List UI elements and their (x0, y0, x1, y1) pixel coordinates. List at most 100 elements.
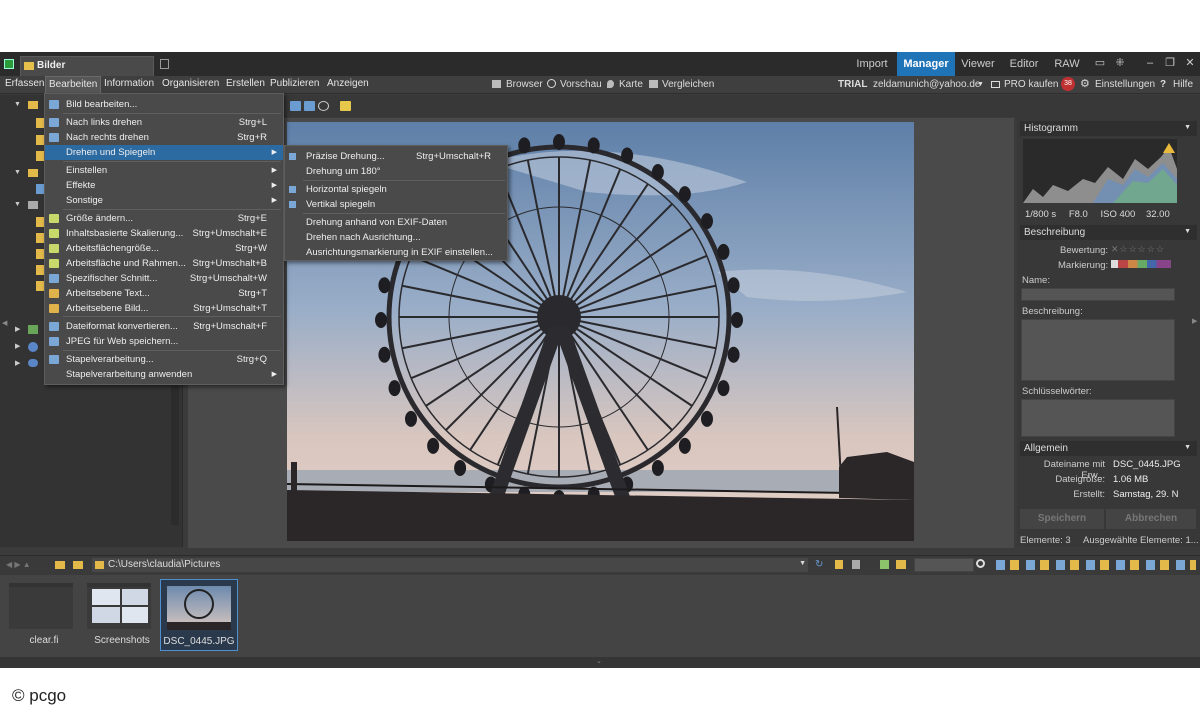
menu-item[interactable]: Größe ändern... Strg+E (45, 211, 283, 226)
beschreibung-field[interactable] (1021, 319, 1175, 381)
histogram-header[interactable]: Histogramm ▼ (1020, 121, 1197, 136)
menu-item[interactable]: Arbeitsfläche und Rahmen... Strg+Umschalt… (45, 256, 283, 271)
mode-raw[interactable]: RAW (1049, 52, 1085, 76)
view-karte[interactable]: Karte (619, 79, 643, 90)
layout-icon[interactable]: ⁜ (1110, 52, 1130, 76)
mode-editor[interactable]: Editor (1003, 52, 1045, 76)
menu-item[interactable]: Bild bearbeiten... (45, 97, 283, 112)
menu-item[interactable]: Dateiformat konvertieren... Strg+Umschalt… (45, 319, 283, 334)
rating-stars[interactable]: ✕☆☆☆☆☆ (1111, 244, 1165, 255)
thumb-folder-screenshots[interactable]: Screenshots (84, 579, 160, 653)
minimize-icon[interactable]: – (1140, 52, 1160, 76)
wheel-gondola (518, 137, 531, 154)
chevron-down-icon[interactable]: ⌄ (596, 657, 602, 665)
zoom-icon[interactable] (318, 101, 329, 111)
menu-item[interactable]: Nach links drehen Strg+L (45, 115, 283, 130)
preview-icon (547, 79, 556, 88)
menu-item[interactable]: Spezifischer Schnitt... Strg+Umschalt+W (45, 271, 283, 286)
menu-information[interactable]: Information (104, 78, 154, 89)
abbrechen-button[interactable]: Abbrechen (1106, 509, 1196, 529)
speichern-button[interactable]: Speichern (1020, 509, 1104, 529)
sort-icon[interactable] (835, 560, 843, 569)
collapse-left-icon[interactable]: ◀ (2, 319, 7, 327)
menu-anzeigen[interactable]: Anzeigen (327, 78, 369, 89)
menu-item-label: Sonstige (66, 195, 103, 206)
menu-item[interactable]: Stapelverarbeitung... Strg+Q (45, 352, 283, 367)
hilfe-button[interactable]: Hilfe (1173, 79, 1193, 90)
thumb-photo-dsc0445[interactable]: DSC_0445.JPG (160, 579, 238, 651)
view-vergleichen[interactable]: Vergleichen (662, 79, 714, 90)
back-icon[interactable]: ◀ ▶ ▲ (6, 560, 31, 569)
tree-expand-icon[interactable]: ▼ (14, 201, 21, 208)
mode-import[interactable]: Import (850, 52, 894, 76)
folder-icon[interactable] (73, 561, 83, 569)
tree-collapsed-icon[interactable]: ▶ (15, 359, 20, 367)
einstellungen-button[interactable]: Einstellungen (1095, 79, 1155, 90)
tree-expand-icon[interactable]: ▼ (14, 169, 21, 176)
mode-manager[interactable]: Manager (897, 52, 955, 76)
refresh-icon[interactable]: ↻ (815, 559, 823, 570)
wheel-gondola (454, 460, 467, 477)
menu-item[interactable]: Einstellen ▶ (45, 163, 283, 178)
close-icon[interactable]: ✕ (1180, 52, 1200, 76)
view-browser[interactable]: Browser (506, 79, 543, 90)
folder-icon (24, 62, 34, 70)
menu-item[interactable]: Arbeitsebene Bild... Strg+Umschalt+T (45, 301, 283, 316)
grid-view-icon[interactable] (304, 101, 315, 111)
folder-up-icon[interactable] (55, 561, 65, 569)
search-input[interactable] (914, 558, 974, 572)
menu-item[interactable]: Effekte ▶ (45, 178, 283, 193)
pro-kaufen-button[interactable]: PRO kaufen (1004, 79, 1058, 90)
menu-item[interactable]: Nach rechts drehen Strg+R (45, 130, 283, 145)
account-dropdown[interactable]: zeldamunich@yahoo.de (873, 79, 980, 90)
menu-item[interactable]: Arbeitsflächengröße... Strg+W (45, 241, 283, 256)
menu-item[interactable]: Arbeitsebene Text... Strg+T (45, 286, 283, 301)
menu-item[interactable]: Vertikal spiegeln (285, 197, 507, 212)
restore-icon[interactable]: ❐ (1160, 52, 1180, 76)
menu-erfassen[interactable]: Erfassen (5, 78, 44, 89)
menu-bearbeiten[interactable]: Bearbeiten (45, 76, 102, 94)
monitor-icon[interactable]: ▭ (1090, 52, 1110, 76)
notification-badge[interactable]: 38 (1061, 77, 1075, 91)
menu-item[interactable]: Drehung um 180° (285, 164, 507, 179)
menu-item[interactable]: Sonstige ▶ (45, 193, 283, 208)
menu-item[interactable]: JPEG für Web speichern... (45, 334, 283, 349)
view-vorschau[interactable]: Vorschau (560, 79, 602, 90)
thumb-folder-clearfi[interactable]: clear.fi (6, 579, 82, 653)
folder-icon[interactable] (896, 560, 906, 569)
tree-collapsed-icon[interactable]: ▶ (15, 325, 20, 333)
expand-right-icon[interactable]: ▶ (1192, 317, 1197, 325)
menu-organisieren[interactable]: Organisieren (162, 78, 219, 89)
search-icon[interactable] (976, 559, 985, 568)
menu-item[interactable]: Inhaltsbasierte Skalierung... Strg+Umscha… (45, 226, 283, 241)
color-label-swatches[interactable] (1111, 260, 1171, 268)
schluesselwoerter-field[interactable] (1021, 399, 1175, 437)
filter-icon[interactable] (852, 560, 860, 569)
menu-item[interactable]: Präzise Drehung... Strg+Umschalt+R (285, 149, 507, 164)
view-mode-icon[interactable] (880, 560, 889, 569)
toolbar-icons-right[interactable] (996, 560, 1196, 570)
tree-expand-icon[interactable]: ▼ (14, 101, 21, 108)
menu-item-shortcut: Strg+Umschalt+F (193, 321, 267, 332)
menu-item[interactable]: Drehen nach Ausrichtung... (285, 230, 507, 245)
chevron-down-icon[interactable]: ▼ (799, 560, 806, 567)
menu-item[interactable]: Horizontal spiegeln (285, 182, 507, 197)
allgemein-header[interactable]: Allgemein ▼ (1020, 441, 1197, 456)
watermark: © pcgo (12, 686, 67, 705)
new-tab-icon[interactable] (160, 59, 169, 69)
menu-publizieren[interactable]: Publizieren (270, 78, 319, 89)
bottom-collapse-bar[interactable]: ⌄ (0, 657, 1200, 668)
tree-collapsed-icon[interactable]: ▶ (15, 342, 20, 350)
tab-bilder[interactable]: Bilder (20, 56, 154, 76)
menu-item[interactable]: Stapelverarbeitung anwenden ▶ (45, 367, 283, 382)
menu-item[interactable]: Ausrichtungsmarkierung in EXIF einstelle… (285, 245, 507, 260)
beschreibung-header[interactable]: Beschreibung ▼ (1020, 225, 1197, 240)
menu-item[interactable]: Drehen und Spiegeln ▶ (45, 145, 283, 160)
mode-viewer[interactable]: Viewer (957, 52, 999, 76)
menu-erstellen[interactable]: Erstellen (226, 78, 265, 89)
single-view-icon[interactable] (290, 101, 301, 111)
name-field[interactable] (1021, 288, 1175, 301)
path-field[interactable]: C:\Users\claudia\Pictures ▼ (92, 558, 808, 572)
highlight-icon[interactable] (340, 101, 351, 111)
menu-item[interactable]: Drehung anhand von EXIF-Daten (285, 215, 507, 230)
